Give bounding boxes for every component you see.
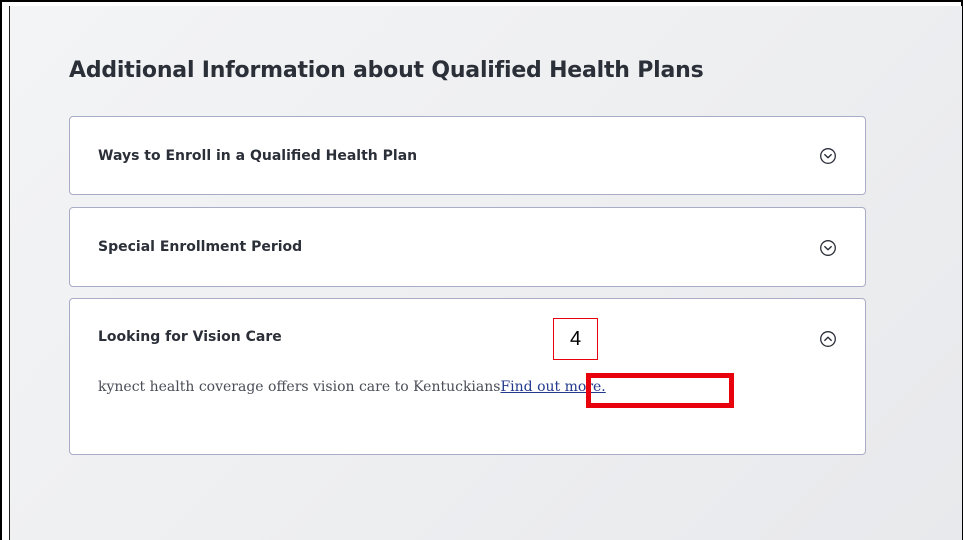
section-heading: Additional Information about Qualified H… <box>69 58 704 83</box>
accordion-vision-care[interactable]: Looking for Vision Care kynect health co… <box>69 298 866 455</box>
accordion-title: Looking for Vision Care <box>98 329 282 345</box>
accordion-special-enrollment[interactable]: Special Enrollment Period <box>69 207 866 287</box>
accordion-body: kynect health coverage offers vision car… <box>98 379 606 395</box>
accordion-title: Special Enrollment Period <box>98 239 303 255</box>
accordion-ways-to-enroll[interactable]: Ways to Enroll in a Qualified Health Pla… <box>69 116 866 195</box>
step-number-badge: 4 <box>553 318 598 360</box>
find-out-more-link[interactable]: Find out more. <box>500 379 605 395</box>
chevron-down-icon[interactable] <box>819 147 837 165</box>
vision-care-description: kynect health coverage offers vision car… <box>98 379 501 395</box>
accordion-title: Ways to Enroll in a Qualified Health Pla… <box>98 148 418 164</box>
chevron-up-icon[interactable] <box>819 330 837 348</box>
chevron-down-icon[interactable] <box>819 239 837 257</box>
